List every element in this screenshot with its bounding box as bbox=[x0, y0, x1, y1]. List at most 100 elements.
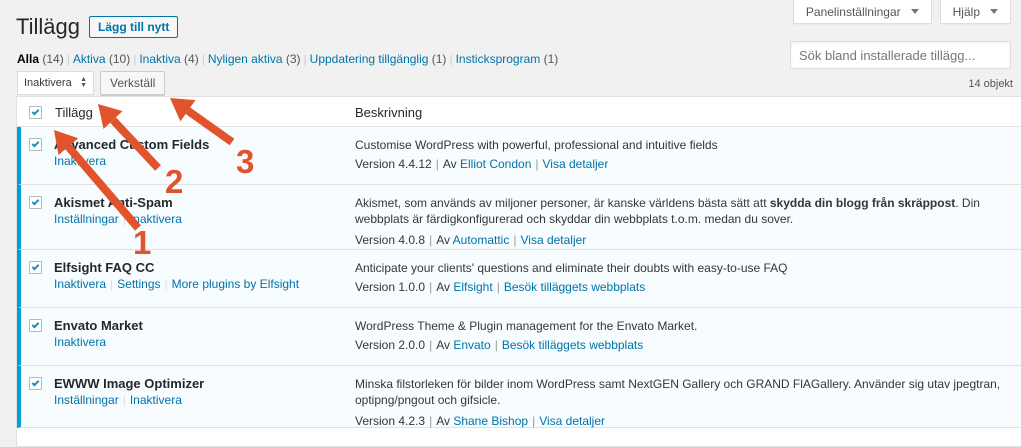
plugin-action-link[interactable]: Settings bbox=[117, 277, 160, 291]
filter-count: (4) bbox=[184, 52, 199, 66]
check-icon bbox=[31, 197, 40, 205]
filter-link[interactable]: Alla bbox=[17, 52, 39, 66]
filter-list: Alla (14) | Aktiva (10) | Inaktiva (4) | Nylig… bbox=[17, 52, 558, 66]
page-title: Tillägg bbox=[16, 14, 80, 39]
meta-separator: | bbox=[513, 233, 517, 247]
items-count: 14 objekt bbox=[968, 78, 1013, 90]
bulk-actions: Inaktivera ▲ ▼ Verkställ bbox=[17, 71, 166, 95]
plugin-action-link[interactable]: Inaktivera bbox=[130, 212, 182, 226]
plugin-details-link[interactable]: Besök tilläggets webbplats bbox=[502, 338, 643, 352]
plugin-actions: Inaktivera | Settings | More plugins by Elfs… bbox=[54, 277, 299, 291]
filter-count: (3) bbox=[285, 52, 301, 66]
plugin-checkbox[interactable] bbox=[29, 196, 42, 209]
plugin-description: WordPress Theme & Plugin management for … bbox=[355, 318, 1015, 334]
description-text: Anticipate your clients' questions and e… bbox=[355, 261, 788, 275]
plugin-version: Version 4.4.12 bbox=[355, 157, 432, 171]
meta-separator: | bbox=[435, 157, 439, 171]
plugin-details-link[interactable]: Visa detaljer bbox=[543, 157, 609, 171]
plugin-action-link[interactable]: Inaktivera bbox=[54, 154, 106, 168]
filter-item: Insticksprogram (1) bbox=[456, 52, 559, 66]
plugin-by: Av bbox=[436, 233, 450, 247]
meta-separator: | bbox=[429, 338, 433, 352]
filter-separator: | bbox=[133, 52, 137, 66]
plugin-actions: Inaktivera bbox=[54, 154, 106, 168]
plugin-meta: Version 1.0.0 | Av Elfsight | Besök tillägge… bbox=[355, 280, 645, 294]
plugin-checkbox[interactable] bbox=[29, 138, 42, 151]
screen-meta-links: Panelinställningar Hjälp bbox=[792, 0, 1011, 24]
plugin-by: Av bbox=[436, 414, 450, 428]
search-placeholder: Sök bland installerade tillägg... bbox=[799, 47, 976, 63]
meta-separator: | bbox=[429, 414, 433, 428]
filter-link[interactable]: Aktiva bbox=[73, 52, 106, 66]
plugin-search-input[interactable]: Sök bland installerade tillägg... bbox=[790, 41, 1011, 69]
plugin-author-link[interactable]: Envato bbox=[453, 338, 490, 352]
check-icon bbox=[31, 139, 40, 147]
plugin-actions: Inställningar | Inaktivera bbox=[54, 212, 182, 226]
filter-link[interactable]: Uppdatering tillgänglig bbox=[310, 52, 429, 66]
plugin-by: Av bbox=[436, 280, 450, 294]
description-text: Minska filstorleken för bilder inom Word… bbox=[355, 377, 1001, 407]
apply-button[interactable]: Verkställ bbox=[100, 71, 166, 95]
column-header-description: Beskrivning bbox=[355, 105, 423, 120]
filter-item: Uppdatering tillgänglig (1) bbox=[310, 52, 447, 66]
plugin-author-link[interactable]: Shane Bishop bbox=[453, 414, 528, 428]
plugin-action-link[interactable]: Inaktivera bbox=[54, 277, 106, 291]
filter-link[interactable]: Nyligen aktiva bbox=[208, 52, 283, 66]
select-all-checkbox[interactable] bbox=[29, 106, 42, 119]
plugin-description: Anticipate your clients' questions and e… bbox=[355, 260, 1015, 276]
select-arrows-icon: ▲ ▼ bbox=[80, 76, 87, 89]
bulk-action-select[interactable]: Inaktivera ▲ ▼ bbox=[17, 71, 94, 95]
meta-separator: | bbox=[532, 414, 536, 428]
plugin-actions: Inställningar | Inaktivera bbox=[54, 393, 182, 407]
action-separator: | bbox=[122, 393, 126, 407]
plugin-checkbox[interactable] bbox=[29, 261, 42, 274]
description-text: skydda din blogg från skräppost bbox=[769, 196, 956, 210]
filter-separator: | bbox=[449, 52, 453, 66]
help-button[interactable]: Hjälp bbox=[939, 0, 1011, 24]
plugin-author-link[interactable]: Elfsight bbox=[453, 280, 492, 294]
check-icon bbox=[31, 262, 40, 270]
table-header: Tillägg Beskrivning bbox=[17, 97, 1021, 127]
plugin-by: Av bbox=[436, 338, 450, 352]
plugin-meta: Version 4.0.8 | Av Automattic | Visa detalje… bbox=[355, 233, 586, 247]
filter-item: Alla (14) bbox=[17, 52, 64, 66]
meta-separator: | bbox=[429, 280, 433, 294]
plugin-details-link[interactable]: Besök tilläggets webbplats bbox=[504, 280, 645, 294]
plugin-rows: Advanced Custom Fields Inaktivera Customis… bbox=[17, 127, 1021, 428]
plugin-action-link[interactable]: Inställningar bbox=[54, 393, 119, 407]
add-new-button[interactable]: Lägg till nytt bbox=[89, 16, 179, 38]
plugin-version: Version 1.0.0 bbox=[355, 280, 426, 294]
filter-count: (10) bbox=[108, 52, 131, 66]
plugin-description: Customise WordPress with powerful, profe… bbox=[355, 137, 1015, 153]
filter-item: Nyligen aktiva (3) bbox=[208, 52, 301, 66]
action-separator: | bbox=[164, 277, 168, 291]
filter-item: Aktiva (10) bbox=[73, 52, 130, 66]
plugin-details-link[interactable]: Visa detaljer bbox=[539, 414, 605, 428]
filter-link[interactable]: Insticksprogram bbox=[456, 52, 541, 66]
check-icon bbox=[31, 320, 40, 328]
plugin-row: Akismet Anti-Spam Inställningar | Inaktiver… bbox=[17, 185, 1021, 250]
plugin-action-link[interactable]: More plugins by Elfsight bbox=[172, 277, 299, 291]
meta-separator: | bbox=[494, 338, 498, 352]
plugin-action-link[interactable]: Inaktivera bbox=[54, 335, 106, 349]
description-text: Akismet, som används av miljoner persone… bbox=[355, 196, 770, 210]
action-separator: | bbox=[122, 212, 126, 226]
plugin-action-link[interactable]: Inaktivera bbox=[130, 393, 182, 407]
plugin-checkbox[interactable] bbox=[29, 319, 42, 332]
plugin-row: EWWW Image Optimizer Inställningar | Inakti… bbox=[17, 366, 1021, 428]
screen-options-button[interactable]: Panelinställningar bbox=[792, 0, 932, 24]
filter-link[interactable]: Inaktiva bbox=[139, 52, 180, 66]
description-text: WordPress Theme & Plugin management for … bbox=[355, 319, 698, 333]
column-header-name[interactable]: Tillägg bbox=[55, 105, 93, 120]
plugin-details-link[interactable]: Visa detaljer bbox=[520, 233, 586, 247]
filter-separator: | bbox=[201, 52, 205, 66]
plugin-name: Akismet Anti-Spam bbox=[54, 195, 173, 210]
plugin-author-link[interactable]: Automattic bbox=[453, 233, 510, 247]
plugin-author-link[interactable]: Elliot Condon bbox=[460, 157, 531, 171]
plugin-action-link[interactable]: Inställningar bbox=[54, 212, 119, 226]
plugin-name: Envato Market bbox=[54, 318, 143, 333]
filter-count: (1) bbox=[543, 52, 559, 66]
plugin-checkbox[interactable] bbox=[29, 377, 42, 390]
plugin-row: Advanced Custom Fields Inaktivera Customis… bbox=[17, 127, 1021, 185]
plugin-meta: Version 4.4.12 | Av Elliot Condon | Visa det… bbox=[355, 157, 608, 171]
